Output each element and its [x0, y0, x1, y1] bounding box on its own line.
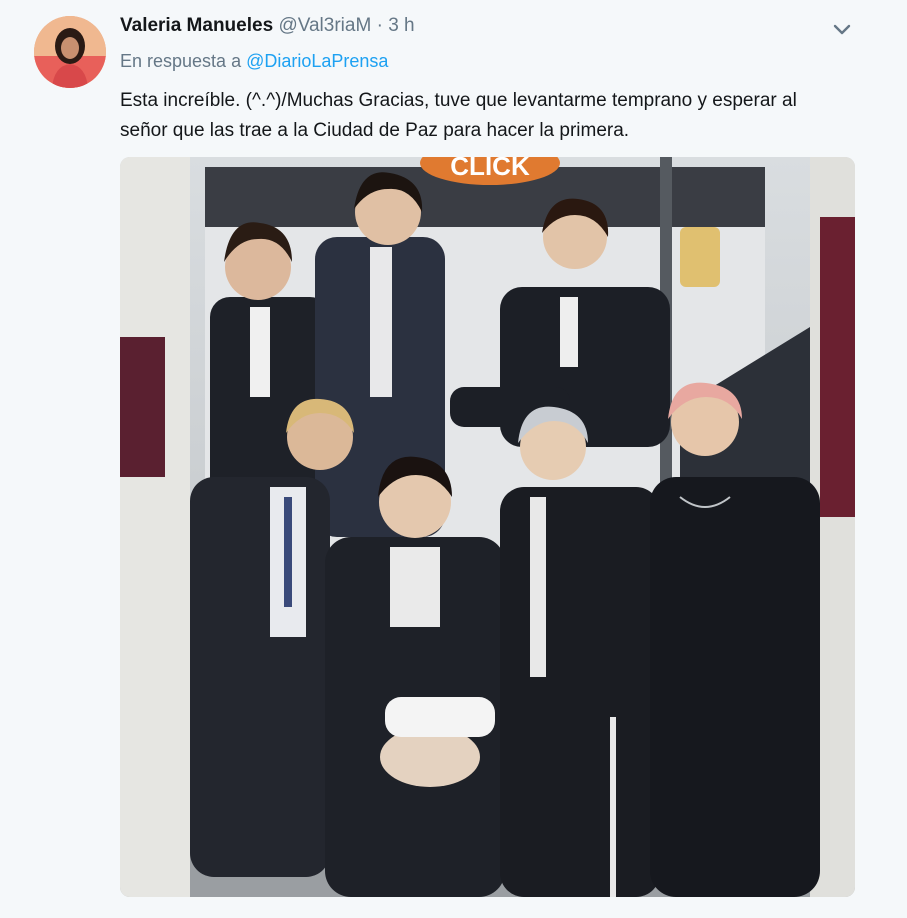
reply-prefix: En respuesta a: [120, 51, 242, 71]
reply-mention-link[interactable]: @DiarioLaPrensa: [246, 51, 388, 71]
tweet-header: Valeria Manueles @Val3riaM · 3 h: [120, 14, 415, 38]
chevron-down-icon: [833, 24, 851, 35]
author-name[interactable]: Valeria Manueles: [120, 15, 273, 36]
avatar[interactable]: [34, 16, 106, 88]
reply-context: En respuesta a @DiarioLaPrensa: [120, 51, 388, 72]
media-sign-text: CLICK: [450, 157, 530, 181]
tweet-media-photo[interactable]: CLICK: [120, 157, 855, 897]
timestamp[interactable]: 3 h: [388, 15, 414, 36]
photo-image: CLICK: [120, 157, 855, 897]
tweet-text-line: señor que las trae a la Ciudad de Paz pa…: [120, 120, 630, 141]
tweet-text-line: Esta increíble. (^.^)/Muchas Gracias, tu…: [120, 90, 797, 111]
tweet-menu-button[interactable]: [828, 18, 856, 42]
tweet-text: Esta increíble. (^.^)/Muchas Gracias, tu…: [120, 86, 850, 146]
separator-dot: ·: [376, 15, 383, 36]
tweet: Valeria Manueles @Val3riaM · 3 h En resp…: [0, 0, 907, 918]
author-handle[interactable]: @Val3riaM: [278, 15, 371, 36]
avatar-image: [34, 16, 106, 88]
